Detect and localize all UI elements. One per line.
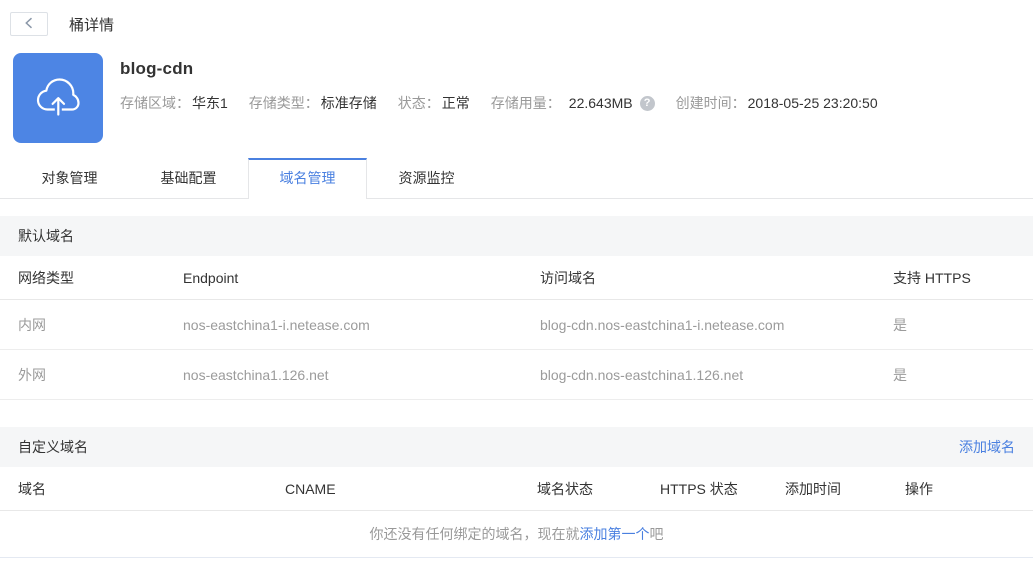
tab-object-management[interactable]: 对象管理 [10, 158, 129, 198]
info-create-time: 创建时间： 2018-05-25 23:20:50 [676, 93, 878, 113]
column-header: Endpoint [183, 269, 239, 286]
empty-state-text: 吧 [649, 526, 664, 542]
chevron-left-icon [24, 16, 34, 32]
table-header-row: 网络类型 Endpoint 访问域名 支持 HTTPS [0, 256, 1033, 300]
column-header: CNAME [285, 480, 336, 497]
info-value: 华东1 [192, 95, 228, 111]
table-header-row: 域名 CNAME 域名状态 HTTPS 状态 添加时间 操作 [0, 467, 1033, 511]
info-value: 标准存储 [320, 95, 377, 111]
empty-state: 你还没有任何绑定的域名，现在就 添加第一个吧 [0, 511, 1033, 558]
bucket-name: blog-cdn [120, 59, 194, 78]
tab-domain-management[interactable]: 域名管理 [248, 158, 367, 199]
info-storage-type: 存储类型： 标准存储 [249, 93, 377, 113]
add-first-domain-link[interactable]: 添加第一个 [580, 524, 650, 544]
bucket-avatar [13, 53, 103, 143]
default-domain-table: 网络类型 Endpoint 访问域名 支持 HTTPS 内网 nos-eastc… [0, 256, 1033, 400]
info-storage-usage: 存储用量： 22.643MB ? [491, 93, 655, 113]
page-title: 桶详情 [69, 16, 115, 34]
section-title: 自定义域名 [18, 439, 88, 455]
info-label: 创建时间： [675, 95, 746, 111]
custom-domain-table: 域名 CNAME 域名状态 HTTPS 状态 添加时间 操作 你还没有任何绑定的… [0, 467, 1033, 558]
info-label: 状态： [397, 95, 440, 111]
empty-state-text: 你还没有任何绑定的域名，现在就 [369, 526, 580, 542]
column-header: 网络类型 [18, 269, 74, 286]
section-default-domain: 默认域名 [0, 216, 1033, 256]
cell-network-type: 外网 [18, 366, 46, 383]
cloud-upload-icon [33, 74, 83, 123]
bucket-header: blog-cdn 存储区域： 华东1 存储类型： 标准存储 状态： 正常 存储用… [0, 53, 1033, 143]
info-label: 存储区域： [120, 95, 190, 111]
column-header: HTTPS 状态 [660, 480, 738, 497]
tab-basic-config[interactable]: 基础配置 [129, 158, 248, 198]
add-domain-link[interactable]: 添加域名 [959, 437, 1015, 457]
cell-https-support: 是 [893, 316, 907, 333]
info-label: 存储用量： [490, 95, 561, 111]
cell-endpoint: nos-eastchina1.126.net [183, 366, 329, 383]
column-header: 域名 [18, 480, 46, 497]
topbar: 桶详情 [0, 0, 1033, 36]
column-header: 支持 HTTPS [893, 269, 971, 286]
tab-resource-monitor[interactable]: 资源监控 [367, 158, 486, 198]
bucket-info-row: 存储区域： 华东1 存储类型： 标准存储 状态： 正常 存储用量： 22.643… [120, 93, 899, 113]
cell-endpoint: nos-eastchina1-i.netease.com [183, 316, 370, 333]
question-mark-icon[interactable]: ? [639, 95, 655, 111]
info-value: 22.643MB [568, 95, 633, 111]
column-header: 添加时间 [785, 480, 841, 497]
section-title: 默认域名 [18, 228, 74, 244]
cell-https-support: 是 [893, 366, 907, 383]
info-value: 正常 [441, 95, 470, 111]
cell-access-domain: blog-cdn.nos-eastchina1.126.net [540, 366, 744, 383]
tab-bar: 对象管理 基础配置 域名管理 资源监控 [0, 158, 1033, 199]
info-storage-region: 存储区域： 华东1 [120, 93, 228, 113]
cell-network-type: 内网 [18, 316, 46, 333]
info-label: 存储类型： [248, 95, 319, 111]
table-row: 外网 nos-eastchina1.126.net blog-cdn.nos-e… [0, 350, 1033, 400]
table-row: 内网 nos-eastchina1-i.netease.com blog-cdn… [0, 300, 1033, 350]
column-header: 操作 [905, 480, 933, 497]
cell-access-domain: blog-cdn.nos-eastchina1-i.netease.com [540, 316, 785, 333]
column-header: 域名状态 [537, 480, 593, 497]
section-custom-domain: 自定义域名 添加域名 [0, 427, 1033, 467]
info-value: 2018-05-25 23:20:50 [747, 95, 878, 111]
bucket-meta: blog-cdn 存储区域： 华东1 存储类型： 标准存储 状态： 正常 存储用… [120, 53, 899, 143]
column-header: 访问域名 [540, 269, 596, 286]
back-button[interactable] [10, 12, 48, 36]
info-status: 状态： 正常 [398, 93, 470, 113]
